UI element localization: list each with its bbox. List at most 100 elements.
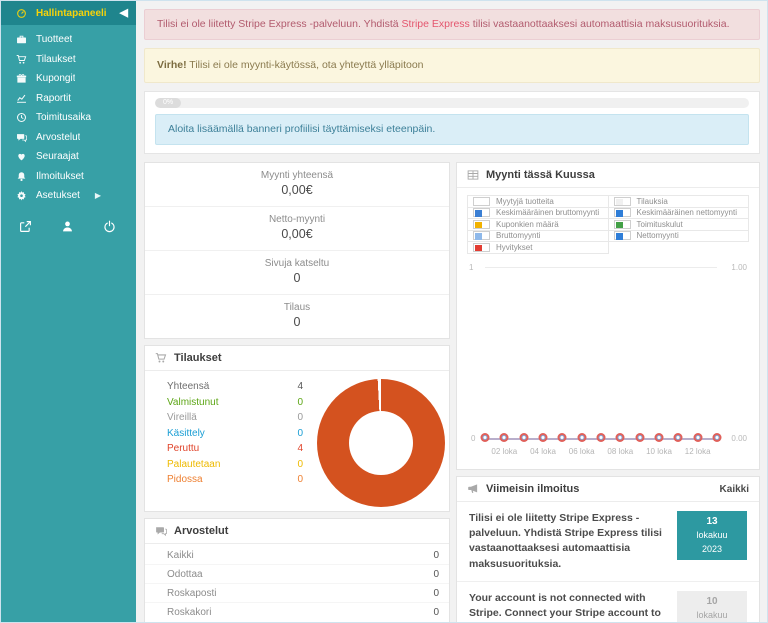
review-row: Roskakori0 [145,603,449,621]
review-row: Roskaposti 0 [145,584,449,603]
legend-label: Tilauksia [637,197,668,206]
sales-chart-panel: Myynti tässä Kuussa Myytyjä tuotteita Ke… [456,162,760,470]
sidebar-item-toimitusaika[interactable]: Toimitusaika [1,108,136,128]
sidebar-item-tilaukset[interactable]: Tilaukset [1,50,136,70]
legend-label: Kuponkien määrä [496,220,559,229]
order-status-label[interactable]: Pidossa [167,472,203,488]
metric-label: Myynti yhteensä [145,169,449,182]
sidebar-item-hallintapaneeli[interactable]: Hallintapaneeli ◀ [1,1,136,25]
order-status-row: Valmistunut 0 [167,395,303,411]
stripe-alert-text-suffix: tilisi vastaanottaaksesi automaattisia m… [470,18,730,30]
legend-swatch-icon [614,208,631,217]
error-alert-text: Tilisi ei ole myynti-käytössä, ota yhtey… [187,59,424,71]
heart-icon [16,151,27,162]
legend-item[interactable]: Nettomyynti [608,230,750,243]
legend-label: Keskimääräinen bruttomyynti [496,208,599,217]
review-row-label[interactable]: Roskaposti [167,587,216,600]
data-point-marker [541,435,546,440]
sidebar-item-asetukset[interactable]: Asetukset ▶ [1,186,136,206]
sidebar-item-label: Kupongit [36,73,75,84]
x-tick-label: 02 loka [491,447,517,456]
sidebar-item-ilmoitukset[interactable]: Ilmoitukset [1,167,136,187]
order-status-label[interactable]: Palautetaan [167,457,220,473]
data-point-marker [637,435,642,440]
sidebar-item-tuotteet[interactable]: Tuotteet [1,30,136,50]
sales-chart-title: Myynti tässä Kuussa [486,169,595,181]
order-status-row: Yhteensä4 [167,379,303,395]
sidebar-item-arvostelut[interactable]: Arvostelut [1,128,136,148]
banner-info-text: Aloita lisäämällä banneri profiilisi täy… [168,123,435,135]
review-row: Kaikki 0 [145,546,449,565]
legend-swatch-icon [614,231,631,240]
order-status-row: Peruttu4 [167,441,303,457]
announcements-all-link[interactable]: Kaikki [720,484,749,495]
data-point-marker [599,435,604,440]
announcement-row[interactable]: Tilisi ei ole liitetty Stripe Express -p… [457,502,759,582]
order-status-count: 0 [297,426,303,442]
legend-item[interactable]: Keskimääräinen nettomyynti [608,207,750,220]
metric-value: 0,00€ [145,226,449,243]
review-row-count: 0 [433,587,439,600]
data-point-marker [715,435,720,440]
order-status-label[interactable]: Käsittely [167,426,205,442]
review-row-label[interactable]: Odottaa [167,568,203,581]
banner-info-alert: Aloita lisäämällä banneri profiilisi täy… [155,114,749,145]
data-point-marker [618,435,623,440]
order-status-label[interactable]: Vireillä [167,410,197,426]
cart-icon [155,352,167,364]
sidebar-item-raportit[interactable]: Raportit [1,89,136,109]
sidebar-item-label: Tuotteet [36,34,72,45]
data-point-marker [579,435,584,440]
legend-item[interactable]: Hyvitykset [467,241,609,254]
legend-swatch-icon [614,197,631,206]
line-chart-area: 1 1.00 0 0.00 [469,258,747,470]
announcement-date-badge: 13 lokakuu 2023 [677,511,747,560]
user-icon[interactable] [61,220,74,233]
y-axis-left-top-label: 1 [469,263,473,272]
data-point-marker [657,435,662,440]
announcement-year: 2023 [702,544,722,554]
legend-label: Keskimääräinen nettomyynti [637,208,738,217]
sidebar-item-seuraajat[interactable]: Seuraajat [1,147,136,167]
briefcase-icon [16,34,27,45]
sidebar-item-label: Raportit [36,93,71,104]
x-tick-label: 04 loka [530,447,556,456]
error-alert-bold: Virhe! [157,59,187,71]
announcement-month: lokakuu [696,530,727,540]
y-axis-left-bottom-label: 0 [471,434,475,443]
announcement-text: Tilisi ei ole liitetty Stripe Express -p… [469,511,665,572]
data-point-marker [521,435,526,440]
legend-item[interactable]: Keskimääräinen bruttomyynti [467,207,609,220]
announcement-row[interactable]: Your account is not connected with Strip… [457,582,759,623]
order-status-count: 0 [297,395,303,411]
sidebar: Hallintapaneeli ◀ Tuotteet Tilaukset Kup… [1,1,136,622]
order-status-label[interactable]: Peruttu [167,441,199,457]
order-status-label[interactable]: Valmistunut [167,395,219,411]
reviews-panel: Arvostelut Kaikki0 Odottaa0 Roskaposti0 … [144,518,450,623]
review-row-count: 0 [433,549,439,562]
order-status-row: Pidossa0 [167,472,303,488]
review-row-label[interactable]: Kaikki [167,549,194,562]
announcement-date-badge: 10 lokakuu 2023 [677,591,747,623]
sidebar-item-label: Ilmoitukset [36,171,84,182]
sidebar-item-label: Asetukset [36,190,80,201]
sidebar-item-kupongit[interactable]: Kupongit [1,69,136,89]
chart-icon [16,93,27,104]
legend-label: Nettomyynti [637,231,679,240]
legend-swatch-icon [473,231,490,240]
y-axis-right-bottom-label: 0.00 [731,434,747,443]
sidebar-item-label: Toimitusaika [36,112,91,123]
stripe-alert-text: Tilisi ei ole liitetty Stripe Express -p… [157,18,402,30]
review-row-label[interactable]: Roskakori [167,606,211,619]
legend-swatch-icon [473,243,490,252]
orders-panel-title: Tilaukset [174,352,222,364]
power-icon[interactable] [103,220,116,233]
order-status-label[interactable]: Yhteensä [167,379,209,395]
bell-icon [16,171,27,182]
external-link-icon[interactable] [19,220,32,233]
x-tick-label: 10 loka [646,447,672,456]
stripe-express-link[interactable]: Stripe Express [402,18,470,30]
sidebar-collapse-icon[interactable]: ◀ [120,8,128,19]
reviews-panel-title: Arvostelut [174,525,228,537]
order-status-list: Yhteensä4 Valmistunut 0 Vireillä 0 Käsitte… [145,377,313,507]
